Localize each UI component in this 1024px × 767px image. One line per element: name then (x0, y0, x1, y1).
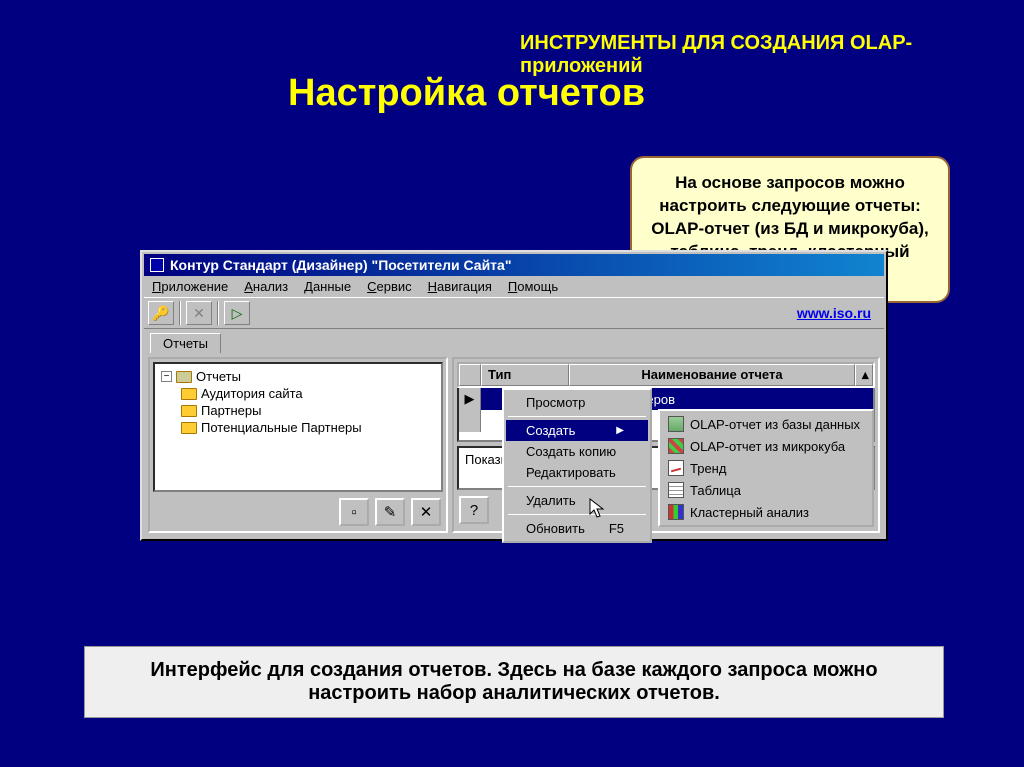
new-button[interactable]: ▫ (339, 498, 369, 526)
ctx-edit[interactable]: Редактировать (506, 462, 648, 483)
create-submenu: OLAP-отчет из базы данных OLAP-отчет из … (658, 409, 874, 527)
pencil-icon: ✎ (384, 503, 397, 521)
website-link[interactable]: www.iso.ru (797, 305, 871, 321)
report-tree[interactable]: − Отчеты Аудитория сайта Партнеры Потенц… (153, 362, 443, 492)
slide-title: Настройка отчетов (288, 72, 645, 115)
menu-app[interactable]: Приложение (144, 276, 236, 297)
sub-olap-db[interactable]: OLAP-отчет из базы данных (662, 413, 870, 435)
tool-key-icon[interactable]: 🔑 (148, 301, 174, 325)
folder-icon (181, 422, 197, 434)
submenu-arrow-icon: ▶ (616, 425, 624, 436)
tool-run-icon[interactable]: ▷ (224, 301, 250, 325)
sub-table[interactable]: Таблица (662, 479, 870, 501)
col-type[interactable]: Тип (481, 364, 569, 386)
olap-db-icon (668, 416, 684, 432)
tree-item[interactable]: Потенциальные Партнеры (161, 419, 435, 436)
menu-separator (508, 416, 646, 417)
ctx-delete[interactable]: Удалить (506, 490, 648, 511)
new-page-icon: ▫ (351, 504, 356, 521)
menu-separator (508, 514, 646, 515)
ctx-create[interactable]: Создать▶ (506, 420, 648, 441)
folder-icon (181, 388, 197, 400)
menu-data[interactable]: Данные (296, 276, 359, 297)
toolbar: 🔑 ✕ ▷ www.iso.ru (144, 297, 884, 329)
grid-header: Тип Наименование отчета ▴ (457, 362, 875, 388)
tree-item-label: Потенциальные Партнеры (201, 420, 362, 435)
menu-navigation[interactable]: Навигация (420, 276, 500, 297)
folder-icon (181, 405, 197, 417)
edit-button[interactable]: ✎ (375, 498, 405, 526)
app-icon (150, 258, 164, 272)
menu-service[interactable]: Сервис (359, 276, 420, 297)
slide-caption: Интерфейс для создания отчетов. Здесь на… (84, 646, 944, 718)
window-title: Контур Стандарт (Дизайнер) "Посетители С… (170, 257, 511, 273)
sub-cluster[interactable]: Кластерный анализ (662, 501, 870, 523)
tool-delete-icon[interactable]: ✕ (186, 301, 212, 325)
row-indicator (459, 410, 481, 432)
titlebar[interactable]: Контур Стандарт (Дизайнер) "Посетители С… (144, 254, 884, 276)
sub-trend[interactable]: Тренд (662, 457, 870, 479)
menubar: Приложение Анализ Данные Сервис Навигаци… (144, 276, 884, 297)
ctx-copy[interactable]: Создать копию (506, 441, 648, 462)
menu-help[interactable]: Помощь (500, 276, 566, 297)
menu-separator (508, 486, 646, 487)
olap-microcube-icon (668, 438, 684, 454)
tab-reports[interactable]: Отчеты (150, 333, 221, 353)
grid-corner (459, 364, 481, 386)
shortcut-label: F5 (609, 521, 624, 536)
trend-icon (668, 460, 684, 476)
collapse-icon[interactable]: − (161, 371, 172, 382)
delete-button[interactable]: ✕ (411, 498, 441, 526)
toolbar-separator (217, 301, 219, 325)
cluster-icon (668, 504, 684, 520)
tab-strip: Отчеты (144, 329, 884, 353)
folder-open-icon (176, 371, 192, 383)
menu-analysis[interactable]: Анализ (236, 276, 296, 297)
properties-button[interactable]: ? (459, 496, 489, 524)
context-menu: Просмотр Создать▶ Создать копию Редактир… (502, 388, 652, 543)
toolbar-separator (179, 301, 181, 325)
table-icon (668, 482, 684, 498)
sub-olap-microcube[interactable]: OLAP-отчет из микрокуба (662, 435, 870, 457)
tree-item-label: Аудитория сайта (201, 386, 303, 401)
row-indicator-icon: ▶ (459, 388, 481, 410)
scroll-up-icon[interactable]: ▴ (855, 364, 873, 386)
tree-panel: − Отчеты Аудитория сайта Партнеры Потенц… (148, 357, 448, 533)
x-icon: ✕ (420, 503, 433, 521)
tree-root-label: Отчеты (196, 369, 241, 384)
info-icon: ? (470, 502, 478, 519)
ctx-view[interactable]: Просмотр (506, 392, 648, 413)
tree-item-label: Партнеры (201, 403, 261, 418)
col-name[interactable]: Наименование отчета (569, 364, 855, 386)
ctx-refresh[interactable]: ОбновитьF5 (506, 518, 648, 539)
tree-root[interactable]: − Отчеты (161, 368, 435, 385)
tree-item[interactable]: Аудитория сайта (161, 385, 435, 402)
tree-item[interactable]: Партнеры (161, 402, 435, 419)
